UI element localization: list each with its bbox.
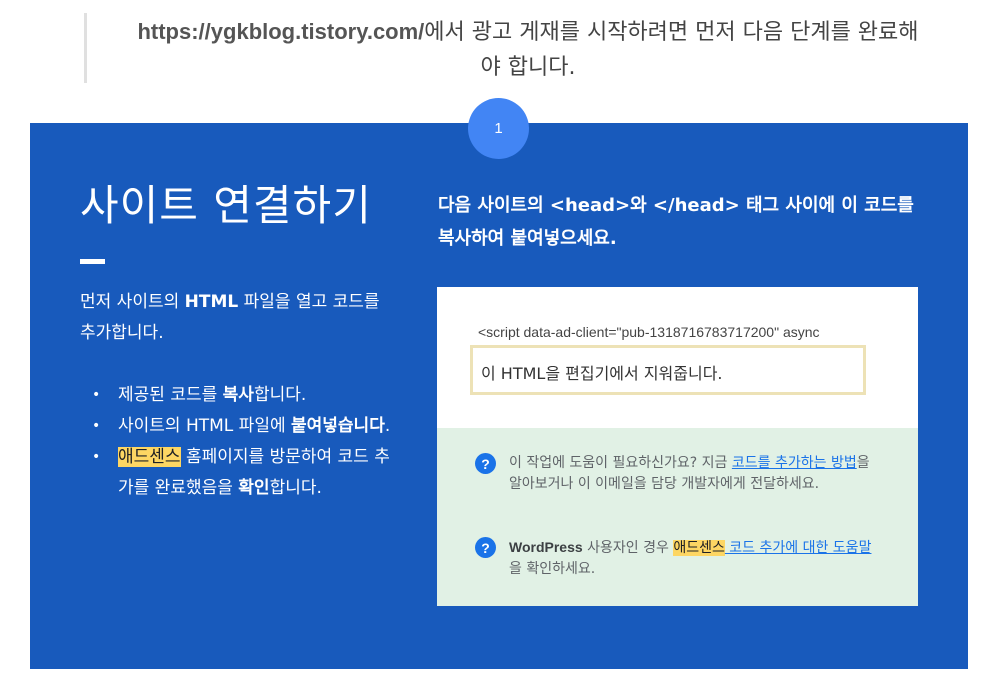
panel-description: 먼저 사이트의 HTML 파일을 열고 코드를 추가합니다. bbox=[80, 287, 390, 349]
panel-title: 사이트 연결하기 bbox=[80, 181, 372, 230]
help-text: 사용자인 경우 bbox=[582, 540, 674, 556]
highlighted-term: 애드센스 bbox=[118, 447, 181, 467]
bullet-bold: 복사 bbox=[222, 385, 254, 405]
help-text: 이 작업에 도움이 필요하신가요? 지금 bbox=[509, 455, 732, 471]
how-to-add-code-link[interactable]: 코드를 추가하는 방법 bbox=[732, 455, 857, 471]
bullet-text-end: 합니다. bbox=[253, 385, 307, 405]
help-text-end: 을 확인하세요. bbox=[509, 561, 596, 577]
help-item-wordpress: WordPress 사용자인 경우 애드센스 코드 추가에 대한 도움말을 확인… bbox=[509, 537, 884, 580]
quote-bar bbox=[84, 13, 87, 83]
help-circle-icon: ? bbox=[475, 453, 496, 474]
list-item: 애드센스 홈페이지를 방문하여 코드 추가를 완료했음을 확인합니다. bbox=[80, 442, 400, 504]
highlighted-term: 애드센스 bbox=[673, 540, 725, 556]
title-underline bbox=[80, 259, 105, 264]
help-circle-icon: ? bbox=[475, 537, 496, 558]
code-annotation-box: 이 HTML을 편집기에서 지워줍니다. bbox=[470, 345, 866, 395]
list-item: 사이트의 HTML 파일에 붙여넣습니다. bbox=[80, 411, 400, 442]
desc-html: HTML bbox=[184, 292, 239, 312]
list-item: 제공된 코드를 복사합니다. bbox=[80, 380, 400, 411]
intro-text: https://ygkblog.tistory.com/에서 광고 게재를 시작… bbox=[132, 14, 924, 85]
instruction-heading: 다음 사이트의 <head>와 </head> 태그 사이에 이 코드를 복사하… bbox=[438, 195, 914, 249]
help-item-code: 이 작업에 도움이 필요하신가요? 지금 코드를 추가하는 방법을 알아보거나 … bbox=[509, 453, 884, 495]
steps-list: 제공된 코드를 복사합니다. 사이트의 HTML 파일에 붙여넣습니다. 애드센… bbox=[80, 380, 400, 504]
site-url: https://ygkblog.tistory.com/ bbox=[137, 19, 425, 44]
bullet-text-end: . bbox=[384, 416, 391, 436]
bullet-text: 사이트의 HTML 파일에 bbox=[118, 416, 291, 436]
step-number-badge: 1 bbox=[468, 98, 529, 159]
bullet-bold: 확인 bbox=[238, 478, 270, 498]
desc-prefix: 먼저 사이트의 bbox=[80, 292, 185, 312]
bullet-text-end: 합니다. bbox=[269, 478, 322, 498]
code-card: <script data-ad-client="pub-131871678371… bbox=[437, 287, 918, 428]
bullet-bold: 붙여넣습니다 bbox=[291, 416, 385, 436]
help-card: ? 이 작업에 도움이 필요하신가요? 지금 코드를 추가하는 방법을 알아보거… bbox=[437, 428, 918, 606]
adsense-code-help-link[interactable]: 코드 추가에 대한 도움말 bbox=[725, 540, 871, 556]
code-annotation-text: 이 HTML을 편집기에서 지워줍니다. bbox=[481, 364, 723, 383]
intro-message: 에서 광고 게재를 시작하려면 먼저 다음 단계를 완료해야 합니다. bbox=[424, 20, 919, 80]
bullet-text: 제공된 코드를 bbox=[118, 385, 223, 405]
code-snippet[interactable]: <script data-ad-client="pub-131871678371… bbox=[478, 324, 820, 340]
wordpress-label: WordPress bbox=[509, 539, 583, 555]
